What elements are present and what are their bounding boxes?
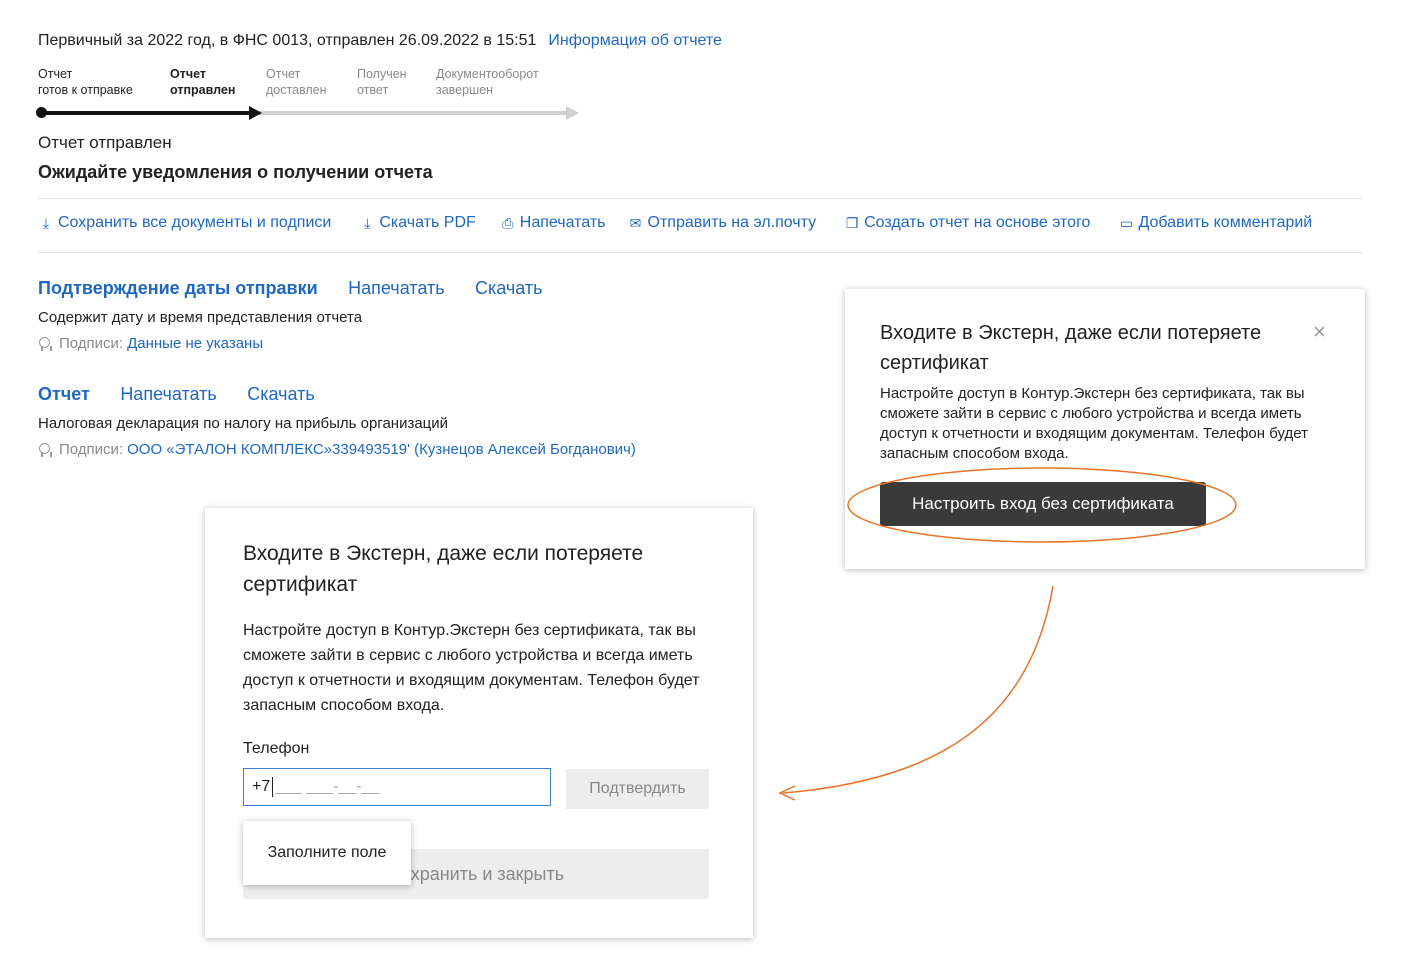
step-ready: Отчет готов к отправке — [38, 67, 133, 97]
doc-confirmation-print[interactable]: Напечатать — [348, 278, 444, 298]
download-icon: ⤓ — [42, 214, 50, 231]
report-summary-line: Первичный за 2022 год, в ФНС 0013, отпра… — [38, 32, 722, 50]
promo-body: Настройте доступ в Контур.Экстерн без се… — [880, 385, 1308, 462]
create-based-label: Создать отчет на основе этого — [864, 214, 1091, 231]
create-based-button[interactable]: ❐ Создать отчет на основе этого — [844, 214, 1091, 232]
step-delivered: Отчет доставлен — [266, 67, 327, 97]
doc-report-description: Налоговая декларация по налогу на прибыл… — [38, 415, 449, 432]
progress-fill — [38, 111, 250, 115]
divider-toolbar — [38, 252, 1363, 253]
dialog-title: Входите в Экстерн, даже если потеряете с… — [243, 542, 644, 596]
status-text: Отчет отправлен — [38, 133, 172, 152]
confirm-button[interactable]: Подтвердить — [566, 769, 709, 809]
progress-track-arrow — [566, 106, 579, 120]
print-button[interactable]: ⎙ Напечатать — [500, 214, 606, 232]
download-icon: ⤓ — [364, 214, 371, 231]
report-summary: Первичный за 2022 год, в ФНС 0013, отпра… — [38, 32, 537, 49]
setup-login-button[interactable]: Настроить вход без сертификата — [880, 482, 1206, 526]
close-icon[interactable]: × — [1313, 319, 1326, 345]
progress-start-dot — [36, 107, 47, 118]
doc-confirmation-signatures: Подписи: Данные не указаны — [38, 335, 263, 352]
signatures-value-link[interactable]: Данные не указаны — [127, 335, 263, 352]
doc-confirmation-title[interactable]: Подтверждение даты отправки — [38, 278, 318, 298]
validation-tooltip: Заполните поле — [243, 821, 411, 885]
step-answer: Получен ответ — [357, 67, 407, 97]
progress-fill-arrow — [249, 106, 262, 120]
divider-top — [38, 198, 1363, 199]
download-pdf-label: Скачать PDF — [379, 214, 476, 231]
signature-icon — [38, 336, 52, 351]
doc-confirmation-download[interactable]: Скачать — [475, 278, 543, 298]
add-comment-button[interactable]: ▭ Добавить комментарий — [1118, 214, 1312, 232]
print-label: Напечатать — [519, 214, 606, 231]
send-email-label: Отправить на эл.почту — [647, 214, 817, 231]
doc-confirmation-header: Подтверждение даты отправки Напечатать С… — [38, 278, 543, 299]
doc-report-title[interactable]: Отчет — [38, 384, 90, 404]
comment-icon: ▭ — [1119, 214, 1134, 231]
certificate-setup-dialog: Входите в Экстерн, даже если потеряете с… — [205, 508, 753, 938]
dialog-body: Настройте доступ в Контур.Экстерн без се… — [243, 622, 700, 714]
add-comment-label: Добавить комментарий — [1138, 214, 1313, 231]
annotation-arrowhead — [778, 785, 796, 801]
signature-icon — [38, 442, 52, 457]
mail-send-icon: ✉ — [629, 214, 642, 231]
certificate-promo-popup: Входите в Экстерн, даже если потеряете с… — [845, 289, 1365, 569]
status-message: Ожидайте уведомления о получении отчета — [38, 162, 433, 182]
phone-input[interactable]: +7 ___ ___-__-__ — [243, 768, 551, 806]
printer-icon: ⎙ — [502, 214, 514, 231]
doc-report-header: Отчет Напечатать Скачать — [38, 384, 315, 405]
report-toolbar: ⤓ Сохранить все документы и подписи ⤓ Ск… — [38, 214, 1312, 232]
step-sent: Отчет отправлен — [170, 67, 236, 97]
phone-label: Телефон — [243, 740, 310, 757]
doc-report-print[interactable]: Напечатать — [120, 384, 216, 404]
phone-prefix: +7 — [252, 778, 271, 795]
promo-title: Входите в Экстерн, даже если потеряете с… — [880, 322, 1262, 374]
step-complete: Документооборот завершен — [436, 67, 539, 97]
signatures-value-link[interactable]: ООО «ЭТАЛОН КОМПЛЕКС»339493519' (Кузнецо… — [127, 441, 636, 458]
signatures-label: Подписи: — [59, 335, 124, 352]
doc-report-signatures: Подписи: ООО «ЭТАЛОН КОМПЛЕКС»339493519'… — [38, 441, 636, 458]
signatures-label: Подписи: — [59, 441, 124, 458]
annotation-arrow — [782, 585, 1054, 794]
download-pdf-button[interactable]: ⤓ Скачать PDF — [359, 214, 476, 232]
save-all-label: Сохранить все документы и подписи — [58, 214, 332, 231]
doc-report-download[interactable]: Скачать — [247, 384, 315, 404]
report-info-link[interactable]: Информация об отчете — [548, 32, 722, 49]
send-email-button[interactable]: ✉ Отправить на эл.почту — [628, 214, 817, 232]
save-all-button[interactable]: ⤓ Сохранить все документы и подписи — [38, 214, 331, 232]
progress-track — [240, 111, 568, 115]
text-cursor — [272, 777, 274, 797]
phone-mask: ___ ___-__-__ — [275, 778, 380, 795]
doc-confirmation-description: Содержит дату и время представления отче… — [38, 309, 363, 326]
copy-icon: ❐ — [845, 214, 859, 231]
